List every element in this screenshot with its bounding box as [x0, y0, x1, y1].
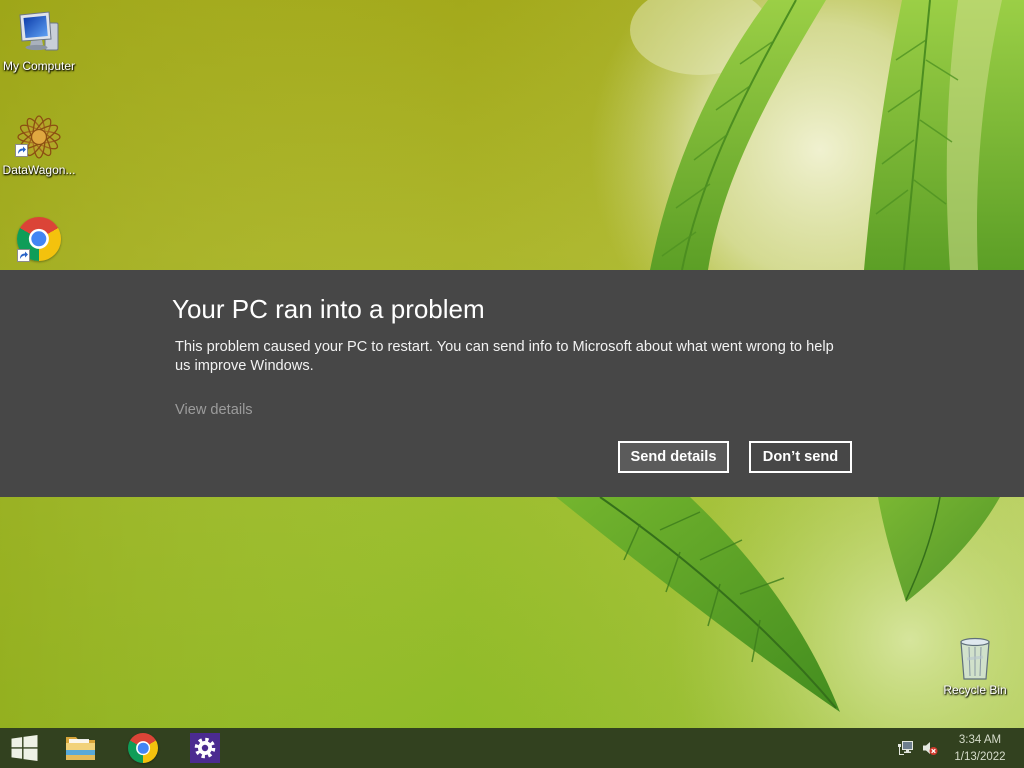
start-button[interactable] — [0, 728, 48, 768]
desktop-icon-label: My Computer — [2, 59, 76, 73]
desktop-icon-label: DataWagon... — [2, 163, 76, 177]
taskbar-settings-button[interactable] — [174, 728, 236, 768]
network-icon[interactable] — [898, 740, 914, 756]
taskbar-clock[interactable]: 3:34 AM 1/13/2022 — [948, 732, 1012, 766]
shortcut-arrow-icon — [15, 144, 28, 157]
taskbar-chrome-button[interactable] — [112, 728, 174, 768]
desktop-icon-my-computer[interactable]: My Computer — [0, 9, 78, 81]
volume-muted-icon[interactable] — [922, 740, 938, 756]
banner-message: This problem caused your PC to restart. … — [175, 339, 834, 374]
desktop-icon-recycle-bin[interactable]: Recycle Bin — [936, 633, 1014, 705]
shortcut-arrow-icon — [17, 249, 30, 262]
chrome-icon — [128, 733, 158, 763]
clock-time: 3:34 AM — [958, 734, 1002, 746]
desktop-icon-label: Recycle Bin — [943, 683, 1007, 697]
settings-gear-icon — [194, 737, 216, 759]
view-details-link[interactable]: View details — [175, 401, 253, 420]
clock-date: 1/13/2022 — [954, 751, 1006, 763]
recycle-bin-icon — [960, 637, 990, 680]
banner-title: Your PC ran into a problem — [172, 294, 485, 324]
taskbar: 3:34 AM 1/13/2022 — [0, 728, 1024, 768]
desktop-icon-datawagon[interactable]: DataWagon... — [0, 113, 78, 185]
send-details-button[interactable]: Send details — [618, 441, 729, 473]
windows-logo-icon — [11, 735, 37, 761]
file-explorer-icon — [66, 737, 95, 760]
dont-send-button[interactable]: Don’t send — [749, 441, 852, 473]
error-report-banner: Your PC ran into a problem This problem … — [0, 270, 1024, 497]
computer-icon — [19, 11, 59, 51]
taskbar-file-explorer-button[interactable] — [50, 728, 112, 768]
settings-tile — [190, 733, 220, 763]
chrome-logo-center — [137, 742, 149, 754]
